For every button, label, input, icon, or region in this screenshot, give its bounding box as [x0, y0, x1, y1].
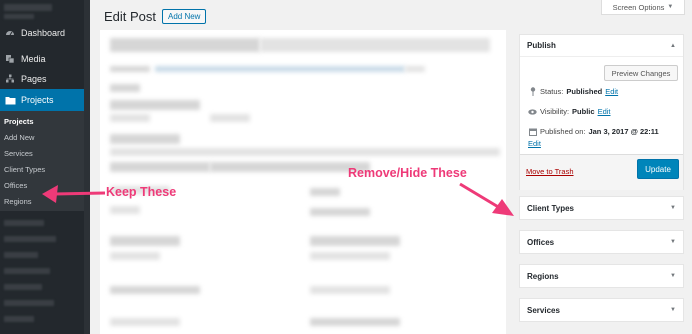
sidebar-item-media[interactable]: Media [0, 48, 90, 70]
post-editor-area [100, 30, 506, 334]
sidebar-item-label: Media [21, 54, 46, 64]
regions-box[interactable]: Regions ▼ [519, 264, 684, 288]
keep-arrow [42, 185, 106, 203]
published-on-value: Jan 3, 2017 @ 22:11 [588, 127, 659, 136]
sidebar-item-projects[interactable]: Projects [0, 89, 90, 111]
visibility-label: Visibility: [540, 107, 570, 116]
submenu-item-projects[interactable]: Projects [4, 117, 34, 126]
services-title: Services [527, 305, 560, 315]
eye-icon [528, 108, 537, 115]
chevron-down-icon[interactable]: ▼ [670, 273, 676, 279]
offices-title: Offices [527, 237, 555, 247]
publish-box: Publish ▲ Preview Changes Status: Publis… [519, 34, 684, 190]
admin-sidebar: Dashboard Media Pages Projects Projects … [0, 0, 90, 334]
visibility-value: Public [572, 107, 595, 116]
submenu-item-add-new[interactable]: Add New [4, 133, 34, 142]
submenu-item-client-types[interactable]: Client Types [4, 165, 45, 174]
status-edit-link[interactable]: Edit [605, 87, 618, 96]
status-label: Status: [540, 87, 564, 96]
sidebar-scrollbar[interactable] [84, 0, 90, 334]
move-to-trash-link[interactable]: Move to Trash [526, 167, 574, 176]
visibility-row: Visibility: Public Edit [528, 107, 611, 116]
chevron-down-icon[interactable]: ▼ [670, 307, 676, 313]
media-icon [3, 54, 17, 64]
sidebar-item-pages[interactable]: Pages [0, 68, 90, 90]
pages-icon [3, 74, 17, 84]
published-on-edit-row: Edit [528, 139, 541, 148]
offices-box[interactable]: Offices ▼ [519, 230, 684, 254]
submenu-item-services[interactable]: Services [4, 149, 33, 158]
projects-icon [3, 96, 17, 105]
sidebar-item-dashboard[interactable]: Dashboard [0, 22, 90, 44]
publish-actions: Move to Trash Update [520, 154, 683, 190]
chevron-down-icon: ▼ [667, 4, 674, 10]
status-value: Published [566, 87, 603, 96]
submenu-item-regions[interactable]: Regions [4, 197, 32, 206]
sidebar-item-label: Pages [21, 74, 47, 84]
screen-options-button[interactable]: Screen Options ▼ [601, 0, 685, 15]
visibility-edit-link[interactable]: Edit [598, 107, 611, 116]
sidebar-item-label: Dashboard [21, 28, 66, 38]
calendar-icon [528, 128, 537, 136]
chevron-down-icon[interactable]: ▼ [670, 239, 676, 245]
regions-title: Regions [527, 271, 559, 281]
published-on-row: Published on: Jan 3, 2017 @ 22:11 [528, 127, 659, 136]
published-on-label: Published on: [540, 127, 586, 136]
keep-these-annotation: Keep These [106, 185, 177, 199]
add-new-button[interactable]: Add New [162, 9, 207, 24]
page-title: Edit Post [104, 9, 157, 24]
services-box[interactable]: Services ▼ [519, 298, 684, 322]
chevron-down-icon[interactable]: ▼ [670, 205, 676, 211]
remove-hide-annotation: Remove/Hide These [348, 166, 467, 180]
published-on-edit-link[interactable]: Edit [528, 139, 541, 148]
publish-box-header[interactable]: Publish ▲ [520, 35, 683, 57]
chevron-up-icon[interactable]: ▲ [670, 43, 676, 49]
pin-icon [528, 87, 537, 96]
publish-title: Publish [527, 41, 556, 50]
status-row: Status: Published Edit [528, 87, 618, 96]
sidebar-item-label: Projects [21, 95, 54, 105]
client-types-box[interactable]: Client Types ▼ [519, 196, 684, 220]
submenu-item-offices[interactable]: Offices [4, 181, 27, 190]
update-button[interactable]: Update [637, 159, 679, 179]
client-types-title: Client Types [527, 203, 574, 213]
screen-options-label: Screen Options [612, 2, 665, 12]
remove-arrow [459, 182, 514, 216]
preview-changes-button[interactable]: Preview Changes [604, 65, 678, 81]
dashboard-icon [3, 28, 17, 38]
